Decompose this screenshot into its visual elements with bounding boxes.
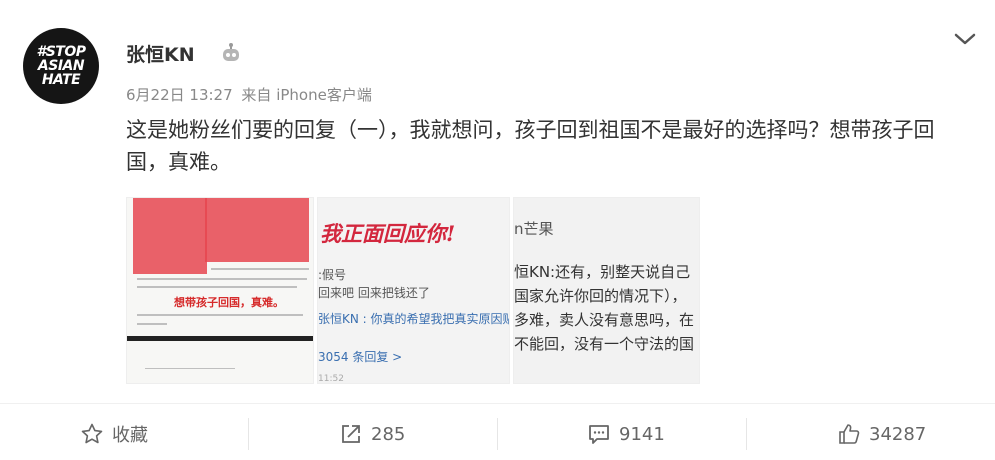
chat-link: 3054 条回复 >	[318, 350, 403, 364]
like-button[interactable]: 34287	[837, 418, 926, 450]
screenshot-line: n芒果	[514, 220, 554, 238]
favorite-label: 收藏	[112, 425, 148, 446]
share-icon	[342, 425, 360, 443]
star-icon	[81, 423, 103, 444]
chat-time: 11:52	[318, 374, 344, 384]
post-image-3[interactable]: n芒果 恒KN:还有，别整天说自己 国家允许你回的情况下）， 多难，卖人没有意思…	[513, 197, 700, 384]
post-image-2[interactable]: 我正面回应你! :假号 回来吧 回来把钱还了 张恒KN : 你真的希望我把真实原…	[317, 197, 510, 384]
post-text: 这是她粉丝们要的回复（一），我就想问，孩子回到祖国不是最好的选择吗？想带孩子回国…	[126, 118, 935, 174]
comment-count: 9141	[619, 423, 665, 445]
username[interactable]: 张恒KN	[126, 40, 195, 67]
favorite-button[interactable]: 收藏	[80, 418, 148, 450]
share-button[interactable]: 285	[339, 418, 405, 450]
action-bar-divider	[0, 403, 995, 404]
image-caption: 想带孩子回国，真难。	[174, 296, 284, 309]
post-meta: 6月22日 13:27 来自 iPhone客户端	[126, 84, 372, 105]
chevron-down-icon[interactable]	[953, 30, 977, 48]
chat-line: 张恒KN : 你真的希望我把真实原因贴	[318, 312, 510, 326]
comment-icon	[589, 425, 609, 444]
robot-badge-icon	[223, 43, 239, 61]
image-header: 我正面回应你!	[320, 221, 456, 246]
post-time[interactable]: 6月22日 13:27	[126, 86, 233, 104]
like-count: 34287	[869, 423, 927, 445]
comment-button[interactable]: 9141	[587, 418, 665, 450]
share-count: 285	[371, 423, 406, 445]
post-source: 来自 iPhone客户端	[241, 86, 372, 104]
annotation-box-left	[133, 198, 207, 274]
avatar-line-3: HATE	[41, 72, 81, 88]
thumbs-up-icon	[839, 424, 860, 444]
avatar-line-1: #STOP	[36, 44, 86, 60]
avatar-line-2: ASIAN	[37, 58, 85, 74]
annotation-box-right	[205, 198, 309, 262]
screenshot-line: 不能回，没有一个守法的国	[514, 335, 695, 353]
post-image-1[interactable]: 想带孩子回国，真难。	[126, 197, 314, 384]
chat-line: :假号	[318, 268, 347, 282]
screenshot-line: 恒KN:还有，别整天说自己	[514, 263, 691, 281]
screenshot-line: 多难，卖人没有意思吗，在	[514, 311, 695, 329]
chat-line: 回来吧 回来把钱还了	[318, 286, 430, 300]
screenshot-line: 国家允许你回的情况下），	[514, 287, 687, 305]
avatar[interactable]: #STOP ASIAN HATE	[23, 28, 99, 104]
